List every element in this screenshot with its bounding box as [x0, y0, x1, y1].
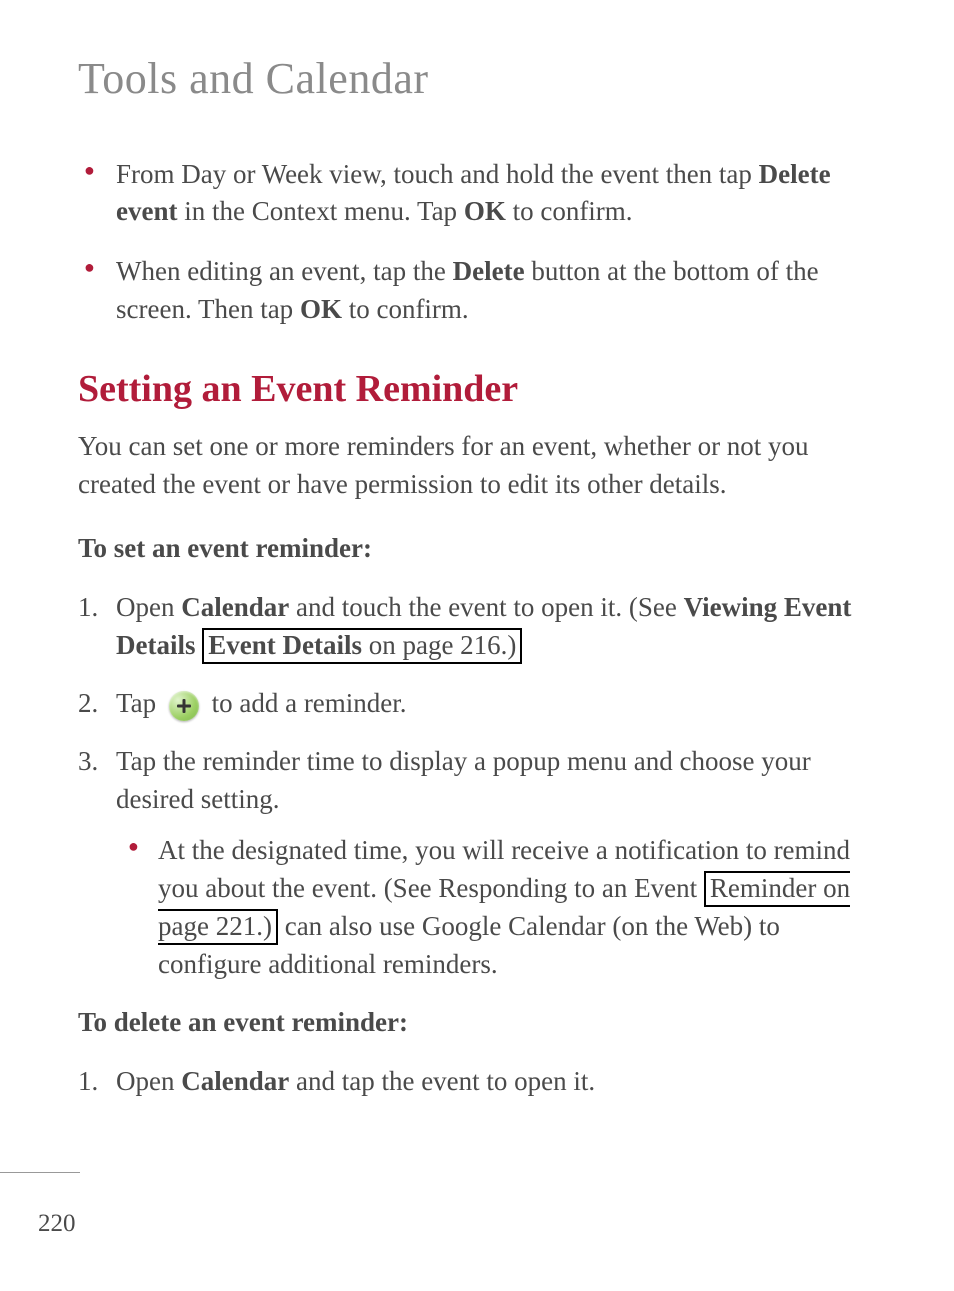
step-1-delete: 1. Open Calendar and tap the event to op… — [78, 1063, 876, 1101]
text-fragment: to add a reminder. — [212, 688, 407, 718]
text-fragment: Tap the reminder time to display a popup… — [116, 746, 811, 814]
bold-text: Calendar — [181, 592, 289, 622]
text-fragment: From Day or Week view, touch and hold th… — [116, 159, 759, 189]
text-fragment: in the Context menu. Tap — [177, 196, 463, 226]
xref-page-ref: on page 216.) — [362, 630, 516, 660]
text-fragment: to confirm. — [342, 294, 469, 324]
bold-text: OK — [300, 294, 342, 324]
bold-text: OK — [464, 196, 506, 226]
footer-rule — [0, 1172, 80, 1173]
chapter-title: Tools and Calendar — [78, 48, 876, 110]
inner-bullet-list: At the designated time, you will receive… — [116, 832, 876, 983]
list-item: At the designated time, you will receive… — [116, 832, 876, 983]
page-number: 220 — [38, 1206, 76, 1241]
text-fragment: When editing an event, tap the — [116, 256, 453, 286]
step-2-set: 2. Tap to add a reminder. — [78, 685, 876, 723]
add-reminder-plus-icon[interactable] — [169, 691, 199, 721]
sub-heading-set: To set an event reminder: — [78, 530, 876, 568]
step-3-set: 3. Tap the reminder time to display a po… — [78, 743, 876, 984]
xref-viewing-event-details[interactable]: Event Details on page 216.) — [202, 628, 522, 664]
list-item: From Day or Week view, touch and hold th… — [78, 156, 876, 232]
step-number: 1. — [78, 589, 98, 627]
sub-heading-delete: To delete an event reminder: — [78, 1004, 876, 1042]
text-fragment: Tap — [116, 688, 163, 718]
list-item: When editing an event, tap the Delete bu… — [78, 253, 876, 329]
text-fragment: Open — [116, 592, 181, 622]
step-1-set: 1. Open Calendar and touch the event to … — [78, 589, 876, 665]
text-fragment: and tap the event to open it. — [289, 1066, 595, 1096]
step-number: 2. — [78, 685, 98, 723]
top-bullet-list: From Day or Week view, touch and hold th… — [78, 156, 876, 329]
xref-bold-phrase: Event Details — [208, 630, 362, 660]
section-heading: Setting an Event Reminder — [78, 363, 876, 416]
step-number: 3. — [78, 743, 98, 781]
manual-page: Tools and Calendar From Day or Week view… — [0, 0, 954, 1291]
step-number: 1. — [78, 1063, 98, 1101]
text-fragment: to confirm. — [506, 196, 633, 226]
intro-paragraph: You can set one or more reminders for an… — [78, 428, 876, 504]
text-fragment: Open — [116, 1066, 181, 1096]
bold-text: Calendar — [181, 1066, 289, 1096]
text-fragment: and touch the event to open it. (See — [289, 592, 683, 622]
bold-text: Delete — [453, 256, 525, 286]
